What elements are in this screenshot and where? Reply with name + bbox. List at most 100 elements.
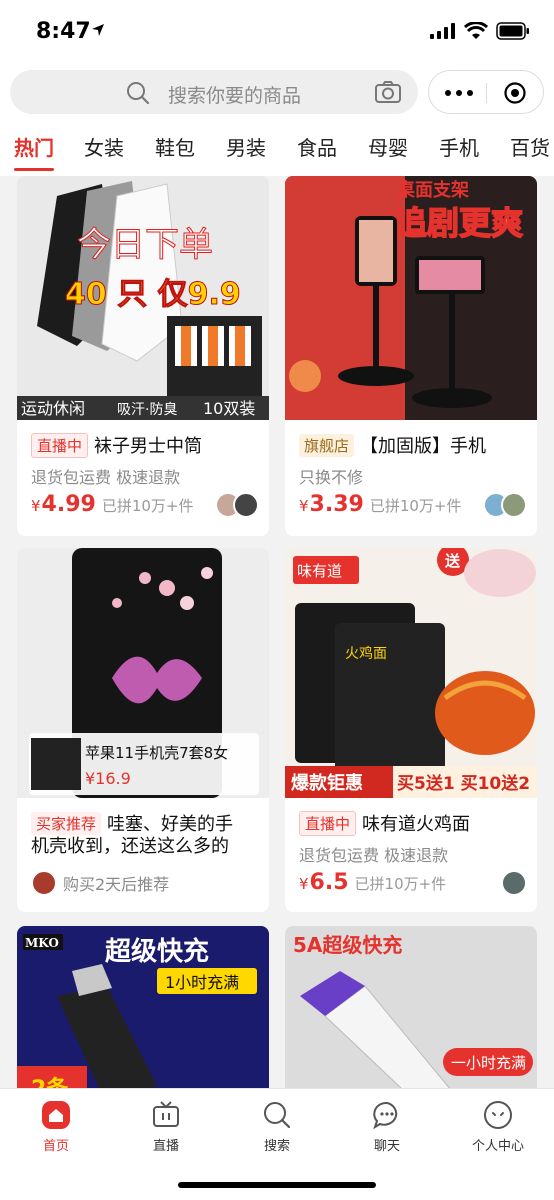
- product-title: 哇塞、好美的手: [107, 814, 234, 835]
- sold-count: 已拼10万+件: [369, 497, 462, 515]
- search-icon: [127, 82, 150, 105]
- tab-men[interactable]: 男装: [226, 132, 266, 161]
- more-dots-icon[interactable]: [445, 83, 473, 103]
- search-placeholder: 搜索你要的商品: [168, 85, 302, 107]
- product-subtitle: 退货包运费 极速退款: [299, 846, 449, 865]
- tabbar-label: 首页: [42, 1139, 69, 1154]
- product-subtitle: 退货包运费 极速退款: [31, 468, 181, 487]
- tabbar-live[interactable]: 直播: [126, 1099, 206, 1154]
- avatar: [31, 870, 57, 896]
- tab-women[interactable]: 女装: [84, 132, 124, 161]
- tabbar-chat[interactable]: 聊天: [347, 1099, 427, 1154]
- tab-hot[interactable]: 热门: [14, 132, 54, 161]
- tv-icon: [153, 1101, 179, 1127]
- recommend-row: 购买2天后推荐: [31, 870, 169, 896]
- wifi-icon: [464, 22, 488, 39]
- capsule-divider: [486, 83, 487, 103]
- product-title-line2: 机壳收到，还送这么多的: [31, 836, 229, 857]
- tab-food[interactable]: 食品: [297, 132, 337, 161]
- sold-count: 已拼10万+件: [354, 875, 447, 893]
- close-target-icon[interactable]: [504, 82, 526, 104]
- promo-text-2: 追剧更爽: [395, 204, 523, 242]
- product-title: 【加固版】手机: [360, 436, 487, 457]
- search-header: 搜索你要的商品: [0, 64, 554, 120]
- search-input[interactable]: 搜索你要的商品: [10, 70, 418, 114]
- product-price: 4.99: [41, 492, 96, 517]
- brand-logo-text: MKO: [25, 936, 59, 950]
- promo-text-1: 桌面支架: [396, 179, 469, 201]
- avatar: [233, 492, 259, 518]
- avatar: [501, 492, 527, 518]
- gift-badge: 送: [444, 552, 461, 570]
- title-row: 直播中 袜子男士中筒: [31, 432, 202, 458]
- buyer-avatars: [215, 492, 259, 518]
- live-badge: 直播中: [31, 432, 89, 458]
- overlay-title: 苹果11手机壳7套8女: [85, 744, 228, 762]
- product-price: 6.5: [309, 870, 349, 895]
- product-card[interactable]: 桌面支架 追剧更爽 旗舰店 【加固版】手机 只换不修 ¥ 3.39 已拼10万+…: [285, 176, 537, 536]
- tabbar-label: 聊天: [373, 1139, 400, 1154]
- promo-text-1: 5A超级快充: [293, 933, 402, 957]
- recommend-badge: 买家推荐: [31, 811, 102, 835]
- camera-icon[interactable]: [374, 80, 402, 104]
- product-price: 3.39: [309, 492, 364, 517]
- price-symbol: ¥: [299, 497, 309, 515]
- promo-text-1: 超级快充: [105, 936, 209, 967]
- price-row: ¥ 3.39 已拼10万+件: [299, 492, 461, 517]
- flagship-badge: 旗舰店: [299, 433, 355, 457]
- recommend-text: 购买2天后推荐: [63, 875, 170, 894]
- chat-icon: [373, 1101, 398, 1130]
- tab-baby[interactable]: 母婴: [368, 132, 408, 161]
- product-card[interactable]: MKO 超级快充 1小时充满 2条: [17, 926, 269, 1088]
- active-tab-indicator: [14, 168, 54, 171]
- battery-icon: [496, 22, 529, 40]
- category-tabs: 热门 女装 鞋包 男装 食品 母婴 手机 百货: [0, 120, 554, 176]
- promo-text-2: 一小时充满: [451, 1054, 526, 1072]
- title-row: 直播中 味有道火鸡面: [299, 810, 470, 836]
- price-symbol: ¥: [31, 497, 41, 515]
- product-card[interactable]: 味有道 送 火鸡面 爆款钜惠 买5送1 买10送2 直播中 味有道火鸡面 退货包…: [285, 548, 537, 912]
- tabbar-profile[interactable]: 个人中心: [458, 1099, 538, 1154]
- tabbar-search[interactable]: 搜索: [237, 1099, 317, 1154]
- brand-logo-text: 味有道: [297, 562, 342, 580]
- status-bar: 8:47: [0, 0, 554, 64]
- product-image: 苹果11手机壳7套8女 ¥16.9: [17, 548, 269, 798]
- avatar: [501, 870, 527, 896]
- promo-text-2: 买5送1 买10送2: [397, 773, 530, 794]
- product-image: MKO 超级快充 1小时充满 2条: [17, 926, 269, 1088]
- tabbar-label: 搜索: [263, 1139, 290, 1154]
- product-card[interactable]: 苹果11手机壳7套8女 ¥16.9 买家推荐 哇塞、好美的手 机壳收到，还送这么…: [17, 548, 269, 912]
- status-time: 8:47: [36, 19, 91, 44]
- tabbar-home[interactable]: 首页: [16, 1099, 96, 1154]
- tabbar-label: 个人中心: [471, 1139, 524, 1154]
- signal-icon: [430, 23, 455, 39]
- product-subtitle: 只换不修: [299, 468, 364, 487]
- sold-count: 已拼10万+件: [101, 497, 194, 515]
- promo-text-2: 1小时充满: [165, 973, 239, 992]
- promo-text-4: 吸汗·防臭: [117, 402, 177, 418]
- product-card[interactable]: 今日下单 40 只 仅9.9 运动休闲 吸汗·防臭 10双装 直播中 袜子男士中…: [17, 176, 269, 536]
- product-card[interactable]: 5A超级快充 一小时充满: [285, 926, 537, 1088]
- tabbar-label: 直播: [152, 1139, 179, 1154]
- product-feed: 今日下单 40 只 仅9.9 运动休闲 吸汗·防臭 10双装 直播中 袜子男士中…: [0, 176, 554, 1088]
- product-image: 今日下单 40 只 仅9.9 运动休闲 吸汗·防臭 10双装: [17, 176, 269, 420]
- promo-text-1: 爆款钜惠: [291, 772, 363, 794]
- status-indicators: [430, 22, 530, 40]
- tab-general[interactable]: 百货: [510, 132, 550, 161]
- price-symbol: ¥: [299, 875, 309, 893]
- product-image: 5A超级快充 一小时充满: [285, 926, 537, 1088]
- pack-text: 火鸡面: [345, 645, 387, 662]
- product-title: 味有道火鸡面: [362, 814, 471, 835]
- location-arrow-icon: [92, 24, 104, 36]
- tab-phone[interactable]: 手机: [439, 132, 479, 161]
- product-image: 味有道 送 火鸡面 爆款钜惠 买5送1 买10送2: [285, 548, 537, 798]
- home-icon: [42, 1101, 70, 1129]
- title-row: 买家推荐 哇塞、好美的手: [31, 810, 233, 836]
- title-row: 旗舰店 【加固版】手机: [299, 432, 486, 458]
- miniprogram-capsule: [428, 70, 544, 114]
- promo-text-5: 10双装: [203, 399, 255, 418]
- tab-bags[interactable]: 鞋包: [155, 132, 195, 161]
- price-row: ¥ 6.5 已拼10万+件: [299, 870, 446, 895]
- overlay-price: ¥16.9: [85, 769, 131, 788]
- product-image: 桌面支架 追剧更爽: [285, 176, 537, 420]
